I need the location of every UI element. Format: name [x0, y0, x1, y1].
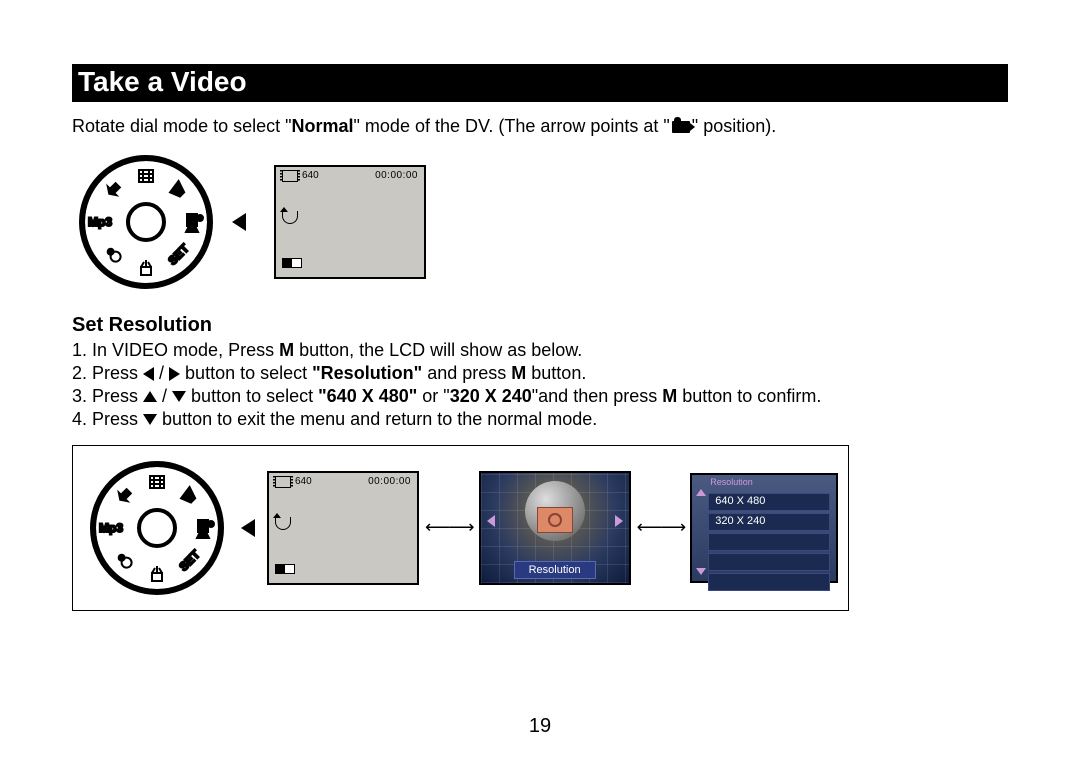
list-item [708, 553, 830, 571]
intro-text: Rotate dial mode to select "Normal" mode… [72, 116, 1008, 138]
down-triangle-icon [172, 391, 186, 402]
text: button to exit the menu and return to th… [162, 409, 597, 429]
text-bold: "Resolution" [312, 363, 422, 383]
text: 3. Press [72, 386, 143, 406]
step-2: 2. Press / button to select "Resolution"… [72, 362, 1008, 385]
text: button. [526, 363, 586, 383]
lcd-res-text: 640 [302, 170, 319, 181]
step-3: 3. Press / button to select "640 X 480" … [72, 385, 1008, 408]
steps-list: 1. In VIDEO mode, Press M button, the LC… [72, 339, 1008, 431]
lcd-time: 00:00:00 [368, 476, 411, 487]
lcd-res-indicator: 640 [282, 170, 319, 182]
text-bold: M [511, 363, 526, 383]
menu-nav-left-icon [487, 515, 495, 527]
video-camera-icon [672, 121, 690, 133]
list-item [708, 533, 830, 551]
menu-nav-right-icon [615, 515, 623, 527]
lcd-res-indicator: 640 [275, 476, 312, 488]
svg-text:Mp3: Mp3 [88, 215, 112, 229]
text: " mode of the DV. (The arrow points at " [354, 116, 670, 136]
text-bold: M [279, 340, 294, 360]
mode-dial-illustration: SET Mp3 [83, 454, 231, 602]
lcd-res-text: 640 [295, 476, 312, 487]
step-4: 4. Press button to exit the menu and ret… [72, 408, 1008, 431]
text-bold: M [662, 386, 677, 406]
page-number: 19 [0, 715, 1080, 738]
step-1: 1. In VIDEO mode, Press M button, the LC… [72, 339, 1008, 362]
double-arrow-icon: ⟵⟶ [637, 517, 685, 538]
text: Rotate dial mode to select " [72, 116, 292, 136]
lcd-bw-icon [275, 564, 295, 577]
text-bold: Normal [292, 116, 354, 136]
list-item: 640 X 480 [708, 493, 830, 511]
lcd-bw-icon [282, 258, 302, 271]
section-title: Take a Video [72, 64, 1008, 102]
subheading: Set Resolution [72, 314, 1008, 337]
list-up-icon [696, 489, 706, 496]
film-icon [282, 170, 298, 182]
text-bold: "640 X 480" [318, 386, 417, 406]
menu-label: Resolution [514, 561, 596, 579]
lcd-time: 00:00:00 [375, 170, 418, 181]
lcd-loop-icon [275, 517, 291, 533]
resolution-list-screen: Resolution 640 X 480 320 X 240 [690, 473, 838, 583]
text: 1. In VIDEO mode, Press [72, 340, 279, 360]
svg-text:Mp3: Mp3 [99, 521, 123, 535]
text: 2. Press [72, 363, 143, 383]
list-header: Resolution [710, 477, 753, 487]
text-bold: 320 X 240 [450, 386, 532, 406]
film-icon [275, 476, 291, 488]
figure-row-2: SET Mp3 640 00:00:00 ⟵⟶ [72, 445, 849, 611]
lcd-preview: 640 00:00:00 [267, 471, 419, 585]
right-triangle-icon [169, 367, 180, 381]
up-triangle-icon [143, 391, 157, 402]
lcd-loop-icon [282, 211, 298, 227]
double-arrow-icon: ⟵⟶ [425, 517, 473, 538]
text: and press [422, 363, 511, 383]
left-triangle-icon [143, 367, 154, 381]
pointer-left-icon [232, 213, 246, 231]
text: or " [417, 386, 449, 406]
text: button to select [186, 386, 318, 406]
list-item: 320 X 240 [708, 513, 830, 531]
figure-row-1: SET Mp3 640 00:00:00 [72, 148, 1008, 296]
text: button to confirm. [677, 386, 821, 406]
text: button, the LCD will show as below. [294, 340, 582, 360]
mode-dial-illustration: SET Mp3 [72, 148, 220, 296]
lcd-preview: 640 00:00:00 [274, 165, 426, 279]
pointer-left-icon [241, 519, 255, 537]
text: "and then press [532, 386, 662, 406]
list-down-icon [696, 568, 706, 575]
text: button to select [180, 363, 312, 383]
text: 4. Press [72, 409, 143, 429]
text: " position). [692, 116, 776, 136]
down-triangle-icon [143, 414, 157, 425]
menu-camera-icon [537, 507, 573, 533]
menu-screen-resolution: Resolution [479, 471, 631, 585]
list-item [708, 573, 830, 591]
